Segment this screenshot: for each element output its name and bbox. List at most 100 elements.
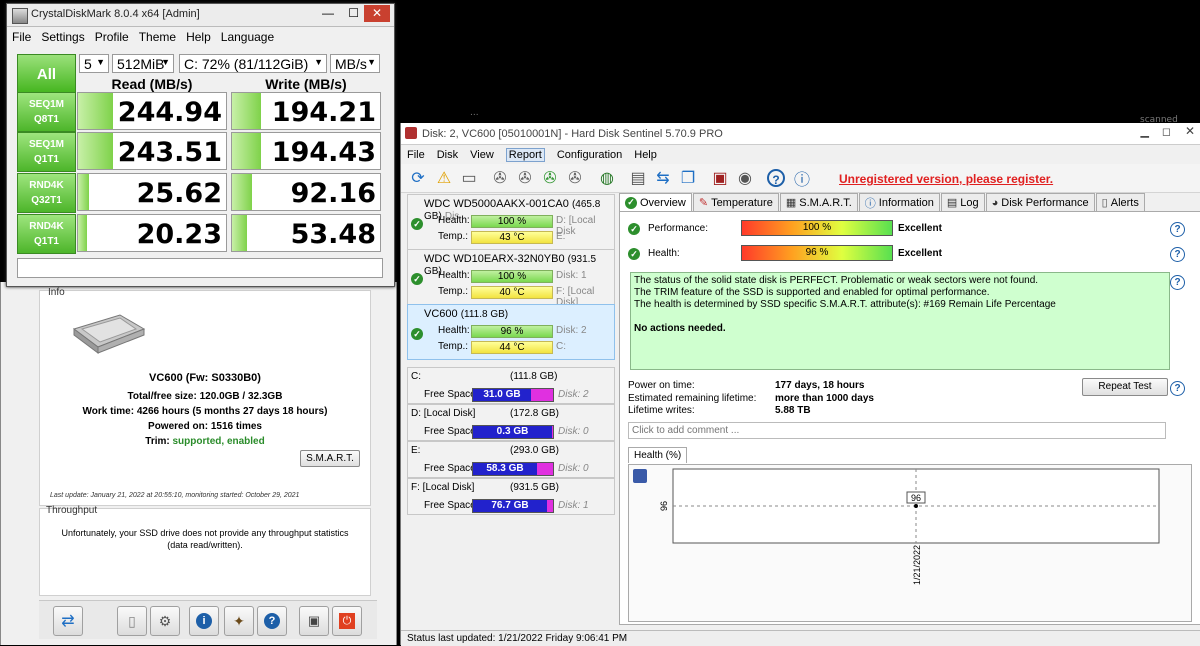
unit-select[interactable]: MB/s ▼ xyxy=(330,54,380,73)
settings-button[interactable]: ⚙ xyxy=(150,606,180,636)
remaining-value: more than 1000 days xyxy=(775,393,874,404)
menu-profile[interactable]: Profile xyxy=(95,30,129,44)
help-icon[interactable]: ? xyxy=(765,167,787,189)
test-label[interactable]: RND4K Q32T1 xyxy=(17,173,76,213)
sync-icon[interactable]: ⇆ xyxy=(652,167,674,189)
drive-name: VC600 (Fw: S0330B0) xyxy=(149,372,261,384)
satellite-icon[interactable]: ✇ xyxy=(489,167,511,189)
power-button[interactable]: ⏻ xyxy=(332,606,362,636)
menu-file[interactable]: File xyxy=(407,149,425,161)
free-space-value: 0.3 GB xyxy=(473,426,552,438)
disk-icon[interactable]: ▭ xyxy=(458,167,480,189)
document-icon[interactable]: ▤ xyxy=(627,167,649,189)
read-fill-bar xyxy=(78,93,113,129)
menu-configuration[interactable]: Configuration xyxy=(557,149,622,161)
tools-button[interactable]: ✦ xyxy=(224,606,254,636)
partition-item[interactable]: F: [Local Disk] (931.5 GB) Free Space 76… xyxy=(407,478,615,515)
refresh-icon[interactable]: ⟳ xyxy=(407,167,429,189)
trim-line: Trim: supported, enabled xyxy=(40,434,370,449)
menu-settings[interactable]: Settings xyxy=(41,30,84,44)
y-tick-label: 96 xyxy=(659,501,669,511)
menu-view[interactable]: View xyxy=(470,149,494,161)
maximize-button[interactable]: ☐ xyxy=(348,6,359,20)
tab-temperature[interactable]: ✎ Temperature xyxy=(692,193,779,211)
help-icon[interactable]: ? xyxy=(1170,275,1185,290)
repeat-test-button[interactable]: Repeat Test xyxy=(1082,378,1168,396)
read-result: 20.23 xyxy=(77,214,227,252)
partition-disk: Disk: 0 xyxy=(558,426,589,437)
size-select[interactable]: 512MiB ▼ xyxy=(112,54,174,73)
close-button[interactable]: ✕ xyxy=(364,5,390,22)
info-icon[interactable]: ⓘ xyxy=(791,167,813,189)
menu-disk[interactable]: Disk xyxy=(437,149,458,161)
tab-disk-performance[interactable]: ◕ Disk Performance xyxy=(985,193,1095,211)
menu-theme[interactable]: Theme xyxy=(139,30,176,44)
comment-field[interactable] xyxy=(17,258,383,278)
monitor-icon[interactable]: ▣ xyxy=(709,167,731,189)
tab-smart[interactable]: ▦ S.M.A.R.T. xyxy=(779,193,858,211)
partition-item[interactable]: E: (293.0 GB) Free Space 58.3 GB Disk: 0 xyxy=(407,441,615,478)
tab-health-chart[interactable]: Health (%) xyxy=(628,447,688,463)
disk-item[interactable]: VC600 (111.8 GB) ✓ Health: 96 % Disk: 2 … xyxy=(407,304,615,360)
satellite-icon[interactable]: ✇ xyxy=(514,167,536,189)
drive-select[interactable]: C: 72% (81/112GiB) ▼ xyxy=(179,54,327,73)
count-value: 5 xyxy=(84,55,92,72)
maximize-button[interactable]: ◻ xyxy=(1162,125,1171,138)
menu-help[interactable]: Help xyxy=(634,149,657,161)
partition-name: E: xyxy=(411,445,421,456)
test-label[interactable]: SEQ1M Q1T1 xyxy=(17,132,76,172)
disk-item[interactable]: WDC WD5000AAKX-001CA0 (465.8 GB) Dis ✓ H… xyxy=(407,194,615,250)
menu-file[interactable]: File xyxy=(12,30,31,44)
satellite-icon[interactable]: ✇ xyxy=(564,167,586,189)
help-button[interactable]: ? xyxy=(257,606,287,636)
help-icon[interactable]: ? xyxy=(1170,222,1185,237)
help-icon[interactable]: ? xyxy=(1170,381,1185,396)
test-label[interactable]: RND4K Q1T1 xyxy=(17,214,76,254)
status-line: The TRIM feature of the SSD is supported… xyxy=(634,287,990,298)
tab-overview[interactable]: ✓ Overview xyxy=(619,193,692,211)
warning-icon[interactable]: ⚠ xyxy=(433,167,455,189)
comment-input[interactable] xyxy=(628,422,1166,439)
tab-alerts[interactable]: ▯ Alerts xyxy=(1095,193,1145,211)
status-bar-text: Status last updated: 1/21/2022 Friday 9:… xyxy=(407,633,628,644)
globe-icon[interactable]: ◍ xyxy=(596,167,618,189)
satellite-icon[interactable]: ✇ xyxy=(539,167,561,189)
menu-report[interactable]: Report xyxy=(505,147,545,162)
menu-help[interactable]: Help xyxy=(186,30,211,44)
unregistered-link[interactable]: Unregistered version, please register. xyxy=(839,172,1053,186)
smart-button[interactable]: S.M.A.R.T. xyxy=(300,450,360,467)
tab-log[interactable]: ▤ Log xyxy=(940,193,985,211)
help-icon[interactable]: ? xyxy=(1170,247,1185,262)
tab-label: Information xyxy=(878,196,934,209)
minimize-button[interactable]: ▁ xyxy=(1141,125,1149,138)
free-space-label: Free Space xyxy=(424,426,476,437)
read-value: 244.94 xyxy=(117,97,222,128)
info-button[interactable]: i xyxy=(189,606,219,636)
tab-label: Log xyxy=(960,196,979,209)
minimize-button[interactable]: — xyxy=(322,6,334,20)
free-space-label: Free Space xyxy=(424,463,476,474)
report-button[interactable]: ▯ xyxy=(117,606,147,636)
log-icon: ▤ xyxy=(946,197,958,209)
refresh-button[interactable]: ⇄ xyxy=(53,606,83,636)
alert-icon: ▯ xyxy=(1101,197,1108,209)
partition-item[interactable]: C: (111.8 GB) Free Space 31.0 GB Disk: 2 xyxy=(407,367,615,404)
write-result: 53.48 xyxy=(231,214,381,252)
count-select[interactable]: 5 ▼ xyxy=(79,54,109,73)
test-name: SEQ1M xyxy=(28,139,64,150)
menu-language[interactable]: Language xyxy=(221,30,274,44)
write-value: 53.48 xyxy=(290,219,376,250)
test-label[interactable]: SEQ1M Q8T1 xyxy=(17,92,76,132)
snapshot-button[interactable]: ▣ xyxy=(299,606,329,636)
close-button[interactable]: ✕ xyxy=(1185,124,1195,138)
all-button[interactable]: All xyxy=(17,54,76,94)
write-result: 92.16 xyxy=(231,173,381,211)
disk-item[interactable]: WDC WD10EARX-32N0YB0 (931.5 GB) ✓ Health… xyxy=(407,249,615,308)
copy-icon[interactable]: ❐ xyxy=(677,167,699,189)
health-bar: 96 % xyxy=(471,325,553,338)
read-value: 20.23 xyxy=(136,219,222,250)
tab-information[interactable]: ⓘ Information xyxy=(858,193,940,211)
free-space-bar: 0.3 GB xyxy=(472,425,554,439)
speaker-icon[interactable]: ◉ xyxy=(734,167,756,189)
partition-item[interactable]: D: [Local Disk] (172.8 GB) Free Space 0.… xyxy=(407,404,615,441)
